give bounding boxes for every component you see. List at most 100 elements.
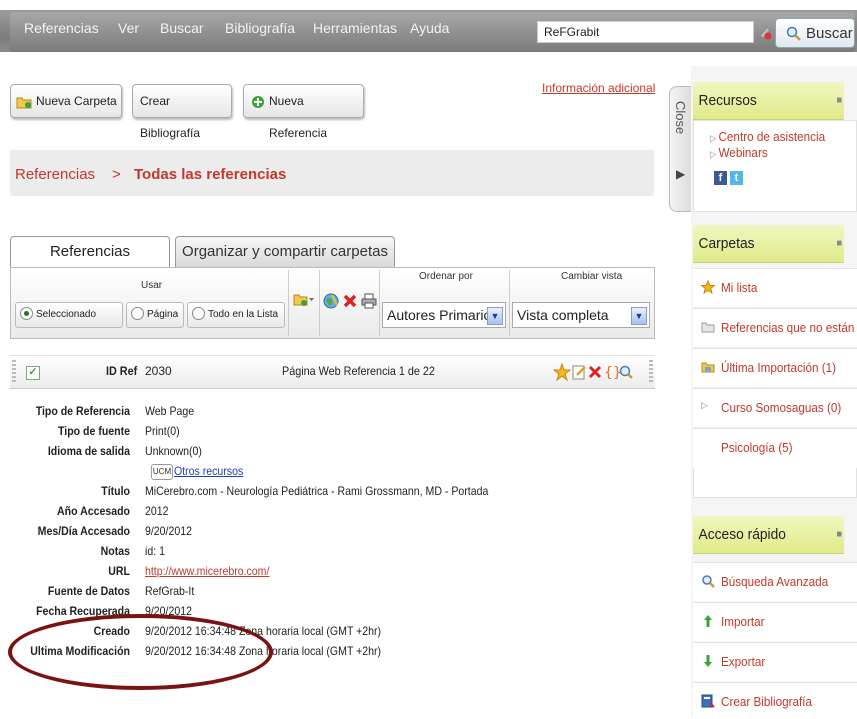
breadcrumb-root[interactable]: Referencias <box>15 166 95 183</box>
field-value: 9/20/2012 <box>145 524 192 538</box>
divider <box>319 270 320 336</box>
radio-pagina[interactable]: Página <box>126 302 184 328</box>
divider <box>509 270 510 336</box>
folder-item-psicologia[interactable]: Psicología (5) <box>693 428 857 469</box>
close-panel-label: Close <box>673 101 688 135</box>
sort-value: Autores Primarios <box>387 307 499 323</box>
annotation-ellipse <box>8 614 273 690</box>
field-value: MiCerebro.com - Neurología Pediátrica - … <box>145 484 489 498</box>
radio-empty-icon <box>131 306 144 320</box>
print-icon[interactable] <box>361 293 377 309</box>
drag-handle-icon[interactable] <box>649 360 653 384</box>
folder-label: Última Importación (1) <box>721 360 837 375</box>
sort-select[interactable]: Autores Primarios ▼ <box>382 302 506 328</box>
create-bibliography-label: Crear Bibliografía <box>140 94 201 140</box>
tab-referencias[interactable]: Referencias <box>10 236 170 268</box>
quick-link-label: Crear Bibliografía <box>721 694 813 709</box>
tab-organizar-carpetas[interactable]: Organizar y compartir carpetas <box>175 236 395 268</box>
minimize-icon[interactable]: ■ <box>836 516 842 554</box>
quick-link-label: Importar <box>721 614 765 629</box>
star-icon <box>701 280 715 294</box>
delete-icon[interactable] <box>343 294 357 308</box>
minimize-icon[interactable]: ■ <box>836 225 842 263</box>
menu-referencias[interactable]: Referencias <box>24 20 99 36</box>
search-button[interactable]: Buscar <box>775 18 855 48</box>
folder-item-unfiled[interactable]: Referencias que no están e <box>693 308 857 347</box>
folder-label: Mi lista <box>721 280 758 295</box>
chevron-down-icon: ▼ <box>487 307 503 325</box>
new-reference-label: Nueva Referencia <box>269 94 328 140</box>
radio-seleccionado[interactable]: Seleccionado <box>15 302 123 328</box>
field-value: RefGrab-It <box>145 584 195 598</box>
panel-head-recursos[interactable]: Recursos ■ <box>693 82 844 120</box>
url-link[interactable]: http://www.micerebro.com/ <box>145 564 269 578</box>
clear-search-icon[interactable] <box>758 24 772 40</box>
menu-ayuda[interactable]: Ayuda <box>410 20 449 36</box>
expand-icon[interactable]: ▷ <box>701 400 715 414</box>
folder-icon <box>701 322 715 333</box>
add-icon <box>252 96 264 108</box>
quick-import[interactable]: Importar <box>693 602 857 641</box>
divider <box>379 270 380 336</box>
search-button-label: Buscar <box>806 25 853 42</box>
menu-ver[interactable]: Ver <box>118 20 139 36</box>
drag-handle-icon[interactable] <box>12 360 16 384</box>
quick-link-label: Exportar <box>721 654 766 669</box>
breadcrumb-separator: > <box>112 166 121 183</box>
globe-icon[interactable] <box>323 293 339 309</box>
divider <box>288 270 289 336</box>
menu-bibliografia[interactable]: Bibliografía <box>225 20 295 36</box>
minimize-icon[interactable]: ■ <box>836 82 842 120</box>
svg-text:{}: {} <box>604 365 622 381</box>
quick-advanced-search[interactable]: Búsqueda Avanzada <box>693 562 857 601</box>
record-actions-icons: {} <box>553 363 633 381</box>
field-label: Mes/Día Accesado <box>37 524 130 538</box>
field-label: Año Accesado <box>57 504 130 518</box>
quick-export[interactable]: Exportar <box>693 642 857 681</box>
resource-link-webinars[interactable]: ▷ Webinars <box>710 145 768 160</box>
field-label: Título <box>101 484 130 498</box>
folder-item-ultima-importacion[interactable]: Última Importación (1) <box>693 348 857 387</box>
magnifier-icon <box>786 26 801 41</box>
menu-herramientas[interactable]: Herramientas <box>313 20 397 36</box>
folder-label: Referencias que no están e <box>721 320 857 335</box>
ucm-badge: UCM <box>151 464 173 480</box>
new-reference-button[interactable]: Nueva Referencia <box>243 84 364 140</box>
other-resources-link[interactable]: Otros recursos <box>174 464 243 478</box>
radio-todo-lista[interactable]: Todo en la Lista <box>187 302 285 328</box>
recursos-panel: ▷ Centro de asistencia ▷ Webinars f t <box>693 120 857 212</box>
twitter-icon[interactable]: t <box>730 171 743 185</box>
view-select[interactable]: Vista completa ▼ <box>512 302 650 328</box>
radio-empty-icon <box>192 306 205 320</box>
folders-panel-footer <box>693 468 857 498</box>
collapse-arrow-icon: ▶ <box>676 167 686 181</box>
field-value: Print(0) <box>145 424 180 438</box>
arrow-down-icon <box>704 655 712 667</box>
add-to-folder-icon[interactable] <box>293 292 315 308</box>
panel-title: Acceso rápido <box>698 526 786 543</box>
folder-item-mi-lista[interactable]: Mi lista <box>693 268 857 307</box>
search-input[interactable]: ReFGrabit <box>537 21 754 43</box>
quick-create-bibliography[interactable]: Crear Bibliografía <box>693 682 857 719</box>
field-label: Tipo de fuente <box>58 424 130 438</box>
additional-info-link[interactable]: Información adicional <box>542 81 655 95</box>
quick-link-label: Búsqueda Avanzada <box>721 574 829 589</box>
ref-type-page: Página Web Referencia 1 de 22 <box>282 364 435 378</box>
field-label: Fuente de Datos <box>47 584 130 598</box>
field-value: Unknown(0) <box>145 444 202 458</box>
close-panel-tab[interactable]: Close ▶ <box>669 86 693 212</box>
view-label: Cambiar vista <box>561 271 623 282</box>
view-value: Vista completa <box>517 307 609 323</box>
facebook-icon[interactable]: f <box>714 171 727 185</box>
panel-head-carpetas[interactable]: Carpetas ■ <box>693 225 844 263</box>
create-bibliography-button[interactable]: Crear Bibliografía <box>132 84 232 140</box>
folder-item-curso-somosaguas[interactable]: ▷ Curso Somosaguas (0) <box>693 388 857 427</box>
resource-link-help[interactable]: ▷ Centro de asistencia <box>710 129 825 144</box>
ref-id-label: ID Ref <box>106 364 138 378</box>
folder-label: Psicología (5) <box>721 440 793 455</box>
new-folder-icon <box>16 97 32 109</box>
menu-buscar[interactable]: Buscar <box>160 20 204 36</box>
new-folder-button[interactable]: Nueva Carpeta <box>10 84 122 118</box>
panel-head-acceso-rapido[interactable]: Acceso rápido ■ <box>693 516 844 554</box>
reference-checkbox[interactable]: ✓ <box>26 366 40 380</box>
